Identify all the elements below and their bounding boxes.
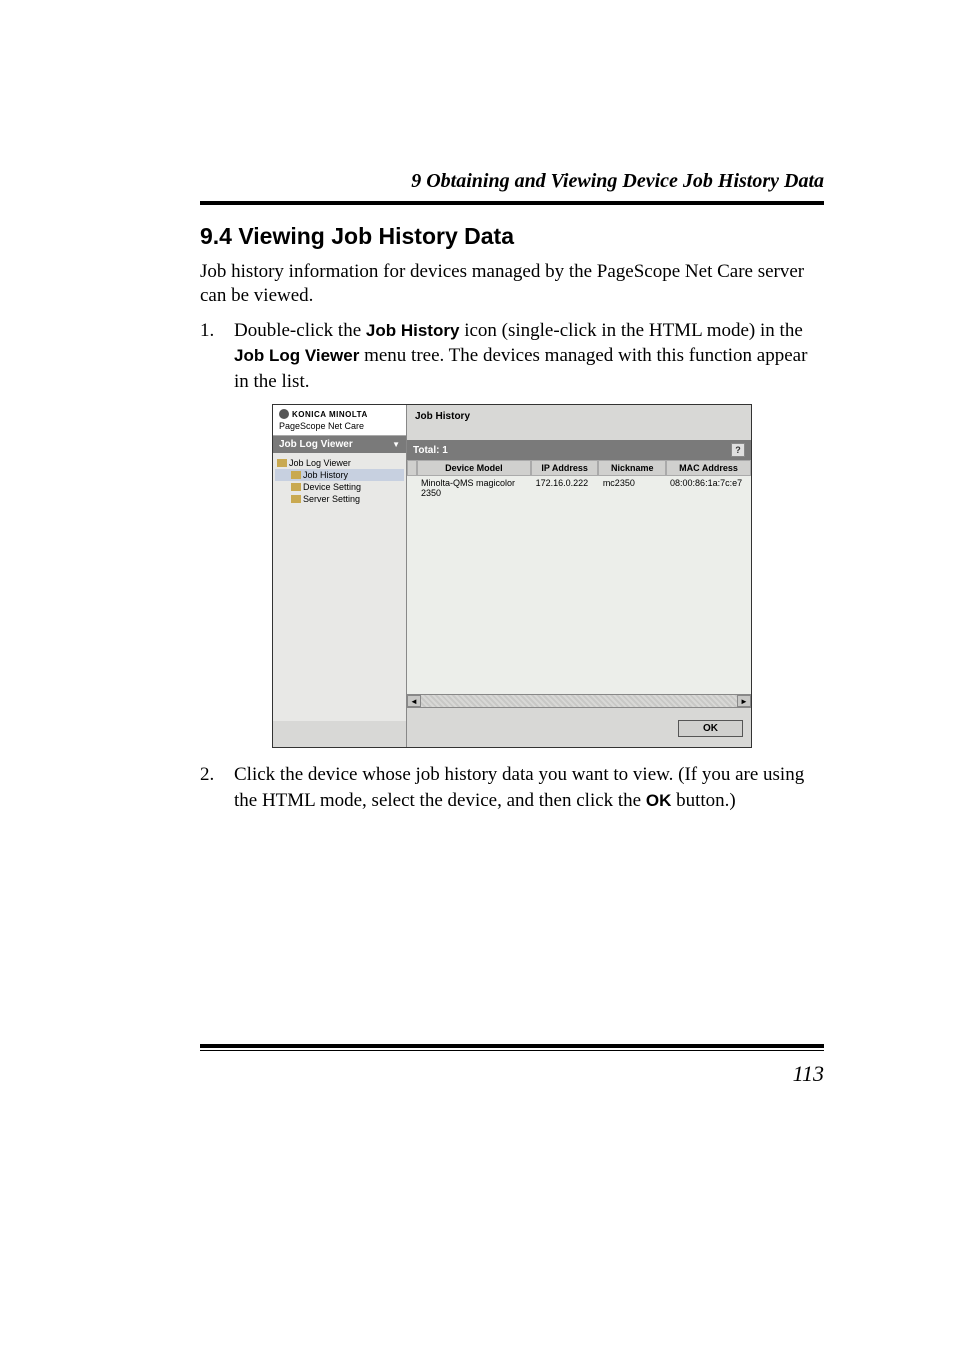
nav-tree: Job Log Viewer Job History Device Settin… (273, 453, 406, 721)
footer-rule-thin (200, 1050, 824, 1051)
step-2-bold-1: OK (646, 791, 672, 810)
total-label: Total: 1 (413, 445, 448, 456)
tree-item-label: Device Setting (303, 482, 361, 492)
intro-paragraph: Job history information for devices mana… (200, 260, 824, 308)
th-ip-address[interactable]: IP Address (531, 460, 599, 476)
tree-item-job-history[interactable]: Job History (275, 469, 404, 481)
step-number: 2. (200, 762, 234, 813)
step-2-text-b: button.) (671, 790, 735, 811)
panel-title: Job History (407, 405, 751, 440)
tree-item-label: Job History (303, 470, 348, 480)
table-body: Minolta-QMS magicolor 2350 172.16.0.222 … (407, 476, 751, 694)
tree-root-label: Job Log Viewer (289, 458, 351, 468)
th-nickname[interactable]: Nickname (598, 460, 666, 476)
td-mac-address: 08:00:86:1a:7c:e7 (666, 476, 751, 500)
step-2: 2. Click the device whose job history da… (200, 762, 824, 813)
device-table: Device Model IP Address Nickname MAC Add… (407, 460, 751, 694)
td-nickname: mc2350 (599, 476, 666, 500)
step-number: 1. (200, 318, 234, 395)
tree-root[interactable]: Job Log Viewer (275, 457, 404, 469)
screenshot-sidebar: KONICA MINOLTA PageScope Net Care Job Lo… (273, 405, 407, 747)
nav-title-bar[interactable]: Job Log Viewer ▼ (273, 436, 406, 453)
td-ip-address: 172.16.0.222 (532, 476, 599, 500)
logo-text-1: KONICA MINOLTA (292, 410, 368, 419)
td-device-model: Minolta-QMS magicolor 2350 (417, 476, 532, 500)
horizontal-scrollbar[interactable]: ◄ ► (407, 694, 751, 708)
tree-item-server-setting[interactable]: Server Setting (275, 493, 404, 505)
screenshot-main: Job History Total: 1 ? Device Model IP A… (407, 405, 751, 747)
scroll-left-button[interactable]: ◄ (407, 695, 421, 707)
step-1-bold-2: Job Log Viewer (234, 346, 359, 365)
logo-circle-icon (279, 409, 289, 419)
td-selector (407, 476, 417, 500)
table-row[interactable]: Minolta-QMS magicolor 2350 172.16.0.222 … (407, 476, 751, 500)
chevron-down-icon[interactable]: ▼ (392, 440, 400, 449)
logo-konica-minolta: KONICA MINOLTA (279, 409, 400, 419)
folder-icon (277, 459, 287, 467)
step-1-text-b: icon (single-click in the HTML mode) in … (459, 320, 802, 341)
footer-rule-thick (200, 1044, 824, 1048)
th-device-model[interactable]: Device Model (417, 460, 531, 476)
scroll-track[interactable] (421, 695, 737, 707)
section-title: 9.4 Viewing Job History Data (200, 223, 824, 250)
folder-icon (291, 483, 301, 491)
th-selector[interactable] (407, 460, 417, 476)
folder-icon (291, 471, 301, 479)
help-button[interactable]: ? (731, 443, 745, 457)
logo-pagescope: PageScope Net Care (279, 421, 400, 431)
step-1-text-a: Double-click the (234, 320, 366, 341)
tree-item-label: Server Setting (303, 494, 360, 504)
step-1-bold-1: Job History (366, 321, 460, 340)
table-header: Device Model IP Address Nickname MAC Add… (407, 460, 751, 476)
chapter-header: 9 Obtaining and Viewing Device Job Histo… (200, 170, 824, 199)
page-number: 113 (200, 1061, 824, 1087)
ok-button[interactable]: OK (678, 720, 743, 737)
scroll-right-button[interactable]: ► (737, 695, 751, 707)
header-rule (200, 201, 824, 205)
folder-icon (291, 495, 301, 503)
screenshot-job-history: KONICA MINOLTA PageScope Net Care Job Lo… (272, 404, 752, 748)
th-mac-address[interactable]: MAC Address (666, 460, 751, 476)
tree-item-device-setting[interactable]: Device Setting (275, 481, 404, 493)
step-1: 1. Double-click the Job History icon (si… (200, 318, 824, 395)
nav-title-text: Job Log Viewer (279, 439, 353, 450)
total-bar: Total: 1 ? (407, 440, 751, 460)
